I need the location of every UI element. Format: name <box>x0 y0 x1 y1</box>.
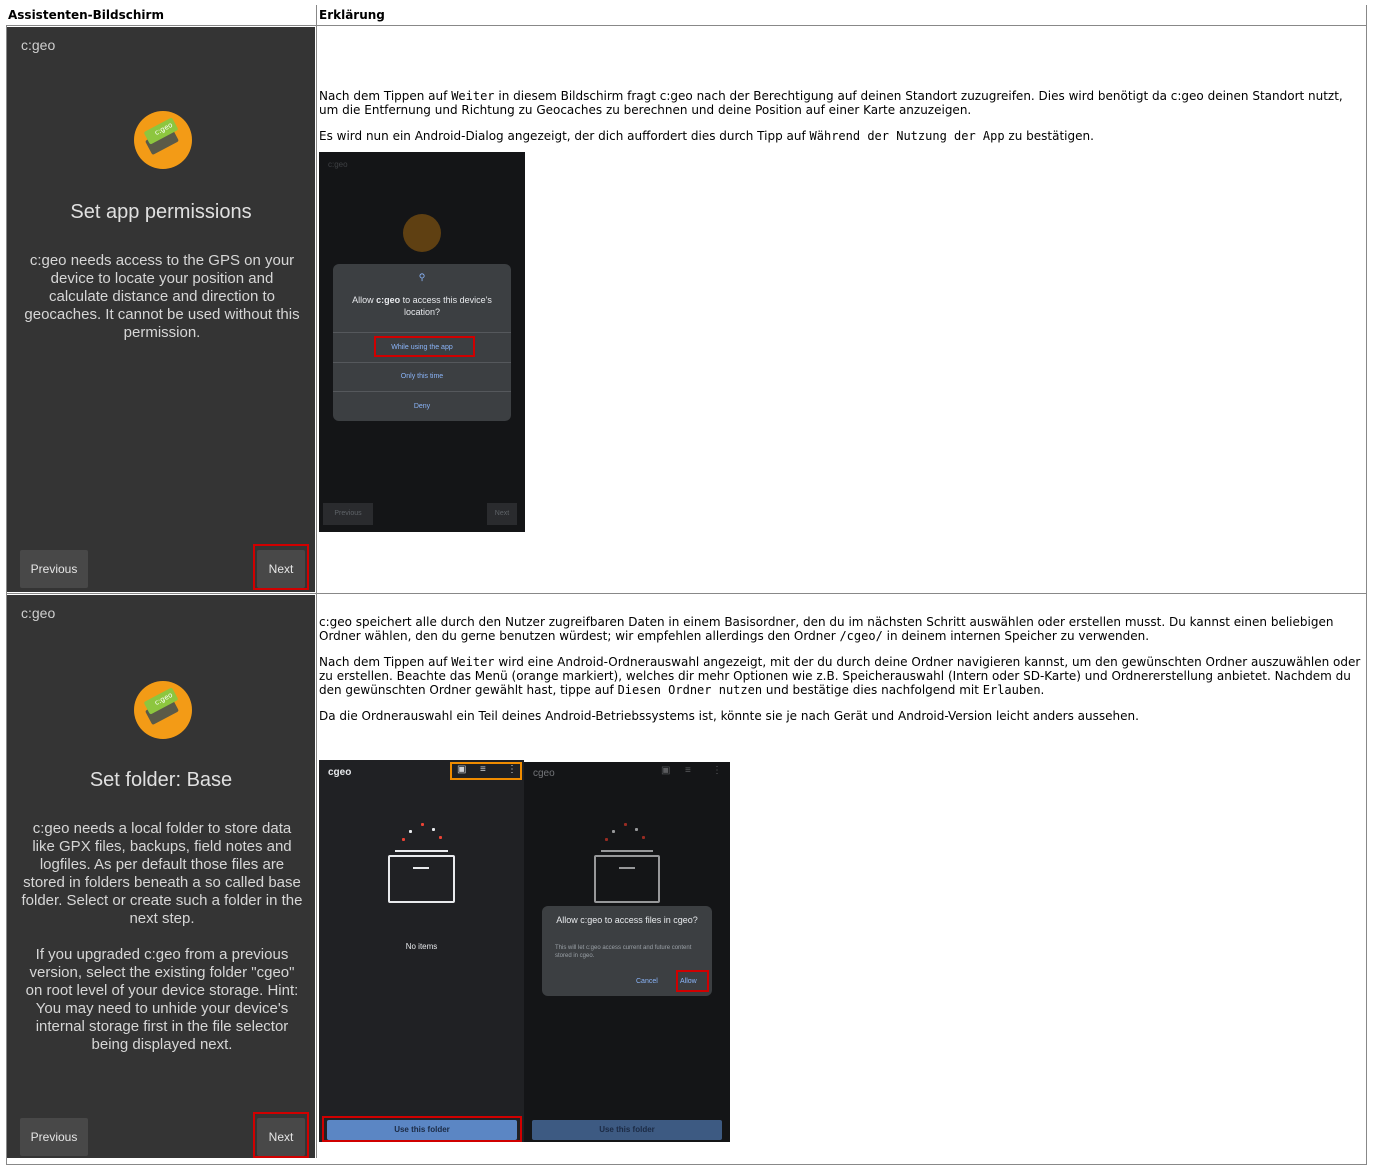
empty-message: No items <box>405 942 438 951</box>
explanation-base-folder: c:geo speichert alle durch den Nutzer zu… <box>319 615 1363 735</box>
location-icon: ⚲ <box>418 272 426 282</box>
explanation-paragraph: Da die Ordnerauswahl ein Teil deines And… <box>319 709 1139 723</box>
page-heading: Set folder: Base <box>89 769 233 791</box>
app-title: c:geo <box>21 37 56 53</box>
deny-button[interactable]: Deny <box>333 403 511 410</box>
explanation-paragraph: Nach dem Tippen auf Weiter in diesem Bil… <box>319 89 1343 117</box>
folder-icon <box>388 855 455 903</box>
screenshot-folder-picker: cgeo ▣ ≡ ⋮ No items Use this folder <box>319 760 524 1142</box>
while-using-highlight <box>374 336 475 357</box>
screenshot-location-dialog: c:geo ⚲ Allow c:geo to access this devic… <box>319 152 525 532</box>
use-folder-highlight <box>322 1116 522 1142</box>
use-this-folder-button[interactable]: Use this folder <box>532 1120 722 1140</box>
page-heading: Set app permissions <box>70 201 252 223</box>
dialog-title: Allow c:geo to access files in cgeo? <box>556 915 698 925</box>
previous-button[interactable]: Previous <box>20 550 88 588</box>
allow-highlight <box>676 970 709 992</box>
row-divider <box>6 593 1367 594</box>
screenshot-folder-access-dialog: cgeo ▣ ≡ ⋮ Allow c:geo to access files i… <box>524 762 730 1142</box>
header-screen: Assistenten-Bildschirm <box>6 5 316 26</box>
description-paragraph: c:geo needs a local folder to store data… <box>21 820 303 927</box>
dialog-message: This will let c:geo access current and f… <box>555 945 692 959</box>
explanation-permissions: Nach dem Tippen auf Weiter in diesem Bil… <box>319 89 1359 155</box>
next-highlight <box>253 544 309 590</box>
menu-highlight <box>450 762 522 780</box>
permission-dialog: ⚲ Allow c:geo to access this device's lo… <box>333 264 511 421</box>
setup-screen-base-folder: c:geo c:geo Set folder: Base c:geo needs… <box>7 595 315 1158</box>
access-dialog: Allow c:geo to access files in cgeo? Thi… <box>542 906 712 996</box>
explanation-paragraph: c:geo speichert alle durch den Nutzer zu… <box>319 615 1334 643</box>
next-highlight <box>253 1112 309 1158</box>
cgeo-logo-icon: c:geo <box>134 681 192 739</box>
dialog-title: Allow c:geo to access this device's loca… <box>352 295 492 317</box>
page-description: c:geo needs access to the GPS on your de… <box>24 252 300 341</box>
cgeo-logo-icon: c:geo <box>134 111 192 169</box>
next-button[interactable]: Next <box>487 503 517 525</box>
explanation-paragraph: Es wird nun ein Android-Dialog angezeigt… <box>319 129 1094 143</box>
page-description: c:geo needs a local folder to store data… <box>21 820 303 1072</box>
app-title: c:geo <box>21 605 56 621</box>
header-explanation: Erklärung <box>317 5 1366 26</box>
setup-screen-permissions: c:geo c:geo Set app permissions c:geo ne… <box>7 27 315 592</box>
cancel-button[interactable]: Cancel <box>636 978 658 985</box>
previous-button[interactable]: Previous <box>20 1118 88 1156</box>
folder-name: cgeo <box>328 767 352 778</box>
column-divider <box>316 5 317 1158</box>
header-divider <box>6 25 1367 26</box>
only-this-time-button[interactable]: Only this time <box>333 373 511 380</box>
description-paragraph: If you upgraded c:geo from a previous ve… <box>25 946 299 1053</box>
explanation-paragraph: Nach dem Tippen auf Weiter wird eine And… <box>319 655 1361 697</box>
previous-button[interactable]: Previous <box>323 503 373 525</box>
